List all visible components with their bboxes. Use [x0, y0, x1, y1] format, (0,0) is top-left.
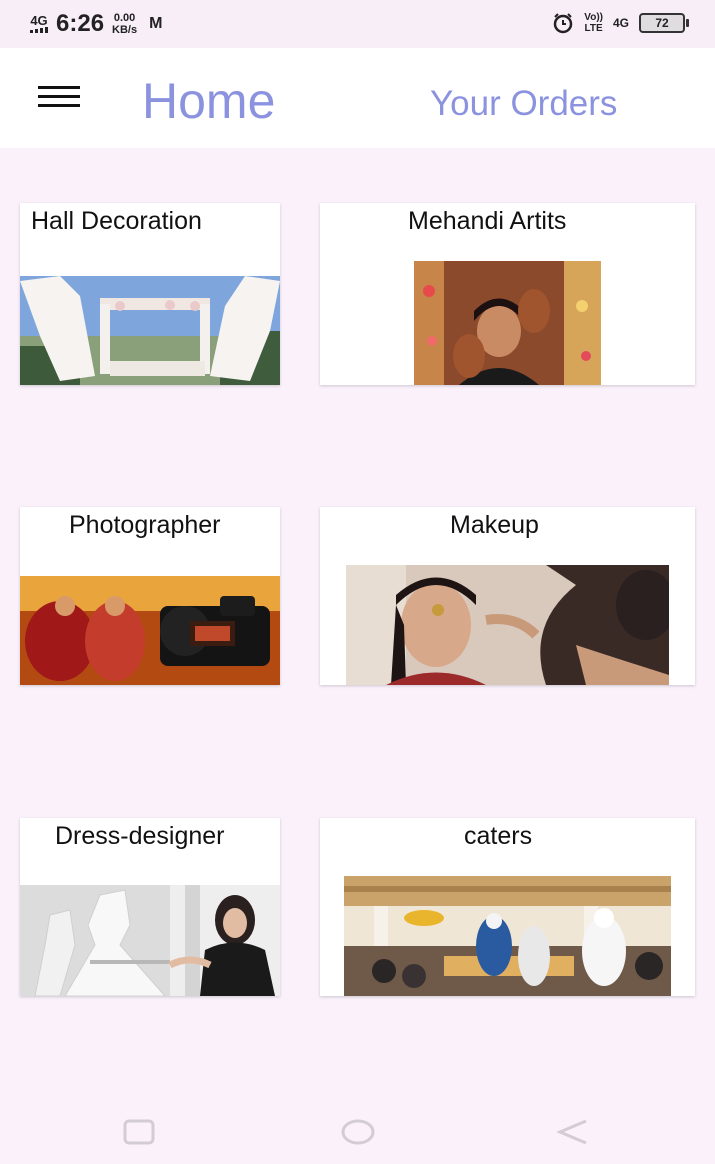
network-label: 4G [30, 13, 48, 28]
category-card-hall-decoration[interactable]: Hall Decoration [20, 203, 280, 385]
speed-value: 0.00 [113, 12, 136, 24]
home-icon[interactable] [340, 1118, 376, 1146]
card-title: caters [464, 822, 533, 850]
clock: 6:26 [56, 10, 105, 37]
category-card-mehandi-artist[interactable]: Mehandi Artits [320, 203, 695, 385]
system-navigation-bar [0, 1100, 715, 1164]
volte-indicator: Vo)) LTE [584, 12, 603, 34]
hall-decoration-photo [20, 276, 280, 385]
network-speed: 0.00 KB/s [112, 12, 137, 36]
makeup-photo [346, 565, 669, 685]
card-title: Dress-designer [55, 822, 225, 850]
nav-your-orders[interactable]: Your Orders [430, 84, 617, 124]
nav-home[interactable]: Home [142, 72, 275, 130]
card-title: Makeup [450, 511, 539, 539]
category-card-caters[interactable]: caters [320, 818, 695, 996]
recent-apps-icon[interactable] [122, 1118, 156, 1146]
hamburger-menu-icon[interactable] [38, 86, 80, 110]
photographer-photo [20, 576, 280, 685]
card-title: Hall Decoration [31, 207, 202, 235]
volte-top: Vo)) [584, 12, 603, 23]
app-bar: Home Your Orders [0, 48, 715, 148]
category-card-photographer[interactable]: Photographer [20, 507, 280, 685]
caterers-photo [344, 876, 671, 996]
category-card-dress-designer[interactable]: Dress-designer [20, 818, 280, 996]
network-right: 4G [612, 16, 629, 30]
status-bar: 4G 6:26 0.00 KB/s M Vo)) LTE 4G 72 [0, 0, 715, 48]
mehandi-artist-photo [414, 261, 601, 385]
card-title: Photographer [69, 511, 221, 539]
card-title: Mehandi Artits [408, 207, 567, 235]
back-icon[interactable] [556, 1118, 590, 1146]
gmail-icon: M [149, 15, 163, 32]
speed-unit: KB/s [112, 24, 138, 36]
dress-designer-photo [20, 885, 280, 996]
alarm-icon [554, 13, 573, 34]
category-card-makeup[interactable]: Makeup [320, 507, 695, 685]
volte-bottom: LTE [584, 23, 603, 34]
network-signal: 4G [30, 13, 48, 33]
battery-icon: 72 [639, 13, 689, 33]
